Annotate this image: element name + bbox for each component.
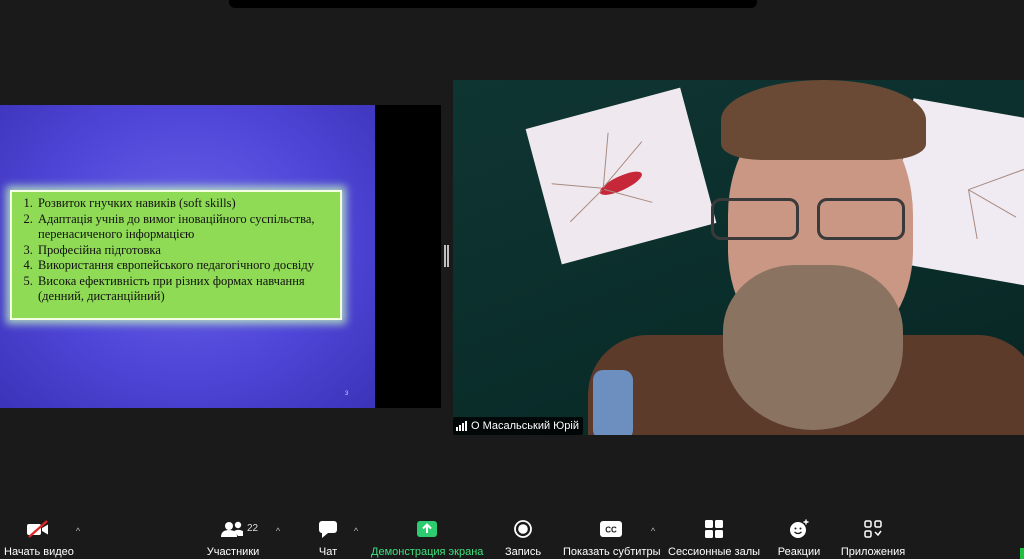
person-hair (721, 80, 926, 160)
participant-name: О Масальський Юрій (471, 420, 579, 432)
meeting-toolbar: Начать видео ^ Участники 22 ^ Чат ^ Демо… (0, 516, 1024, 559)
share-screen-button[interactable]: Демонстрация экрана (371, 516, 483, 558)
apps-icon (838, 516, 908, 542)
svg-text:CC: CC (605, 526, 617, 535)
show-captions-button[interactable]: CC Показать субтитры (563, 516, 661, 558)
slide-list: Розвиток гнучких навиків (soft skills) А… (18, 196, 334, 305)
slide-page-number: 3 (345, 391, 349, 397)
breakout-rooms-button[interactable]: Сессионные залы (668, 516, 760, 558)
screen-share-view: Розвиток гнучких навиків (soft skills) А… (0, 105, 441, 408)
view-splitter-handle[interactable] (444, 245, 449, 267)
participant-name-tag: О Масальський Юрій (453, 417, 583, 435)
slide-list-item: Висока ефективність при різних формах на… (36, 274, 334, 305)
record-button[interactable]: Запись (500, 516, 546, 558)
video-off-icon (4, 516, 72, 542)
participant-video[interactable] (453, 80, 1024, 435)
slide-list-item: Професійна підготовка (36, 243, 334, 259)
grid-icon (668, 516, 760, 542)
video-options-caret[interactable]: ^ (73, 526, 83, 536)
record-icon (500, 516, 546, 542)
chat-bubble-icon (308, 516, 348, 542)
slide-list-item: Адаптація учнів до вимог іноваційного су… (36, 212, 334, 243)
participants-count: 22 (247, 523, 259, 534)
presentation-slide: Розвиток гнучких навиків (soft skills) А… (0, 105, 375, 408)
status-indicator (1020, 548, 1024, 559)
cc-icon: CC (563, 516, 659, 542)
signal-strength-icon (456, 421, 467, 431)
top-status-bar (229, 0, 757, 8)
person-beard (723, 265, 903, 430)
slide-list-item: Використання європейського педагогічного… (36, 258, 334, 274)
reactions-button[interactable]: Реакции (775, 516, 823, 558)
smiley-icon (775, 516, 823, 542)
slide-list-item: Розвиток гнучких навиків (soft skills) (36, 196, 334, 212)
share-screen-arrow-icon (371, 516, 483, 542)
slide-list-box: Розвиток гнучких навиків (soft skills) А… (10, 190, 342, 320)
person-collar (593, 370, 633, 435)
apps-button[interactable]: Приложения (838, 516, 908, 558)
participants-options-caret[interactable]: ^ (273, 526, 283, 536)
person-glasses (711, 198, 911, 244)
chat-options-caret[interactable]: ^ (351, 526, 361, 536)
wall-poster-mindmap (525, 87, 717, 265)
captions-options-caret[interactable]: ^ (648, 526, 658, 536)
start-video-button[interactable]: Начать видео (4, 516, 74, 558)
chat-button[interactable]: Чат (308, 516, 348, 558)
